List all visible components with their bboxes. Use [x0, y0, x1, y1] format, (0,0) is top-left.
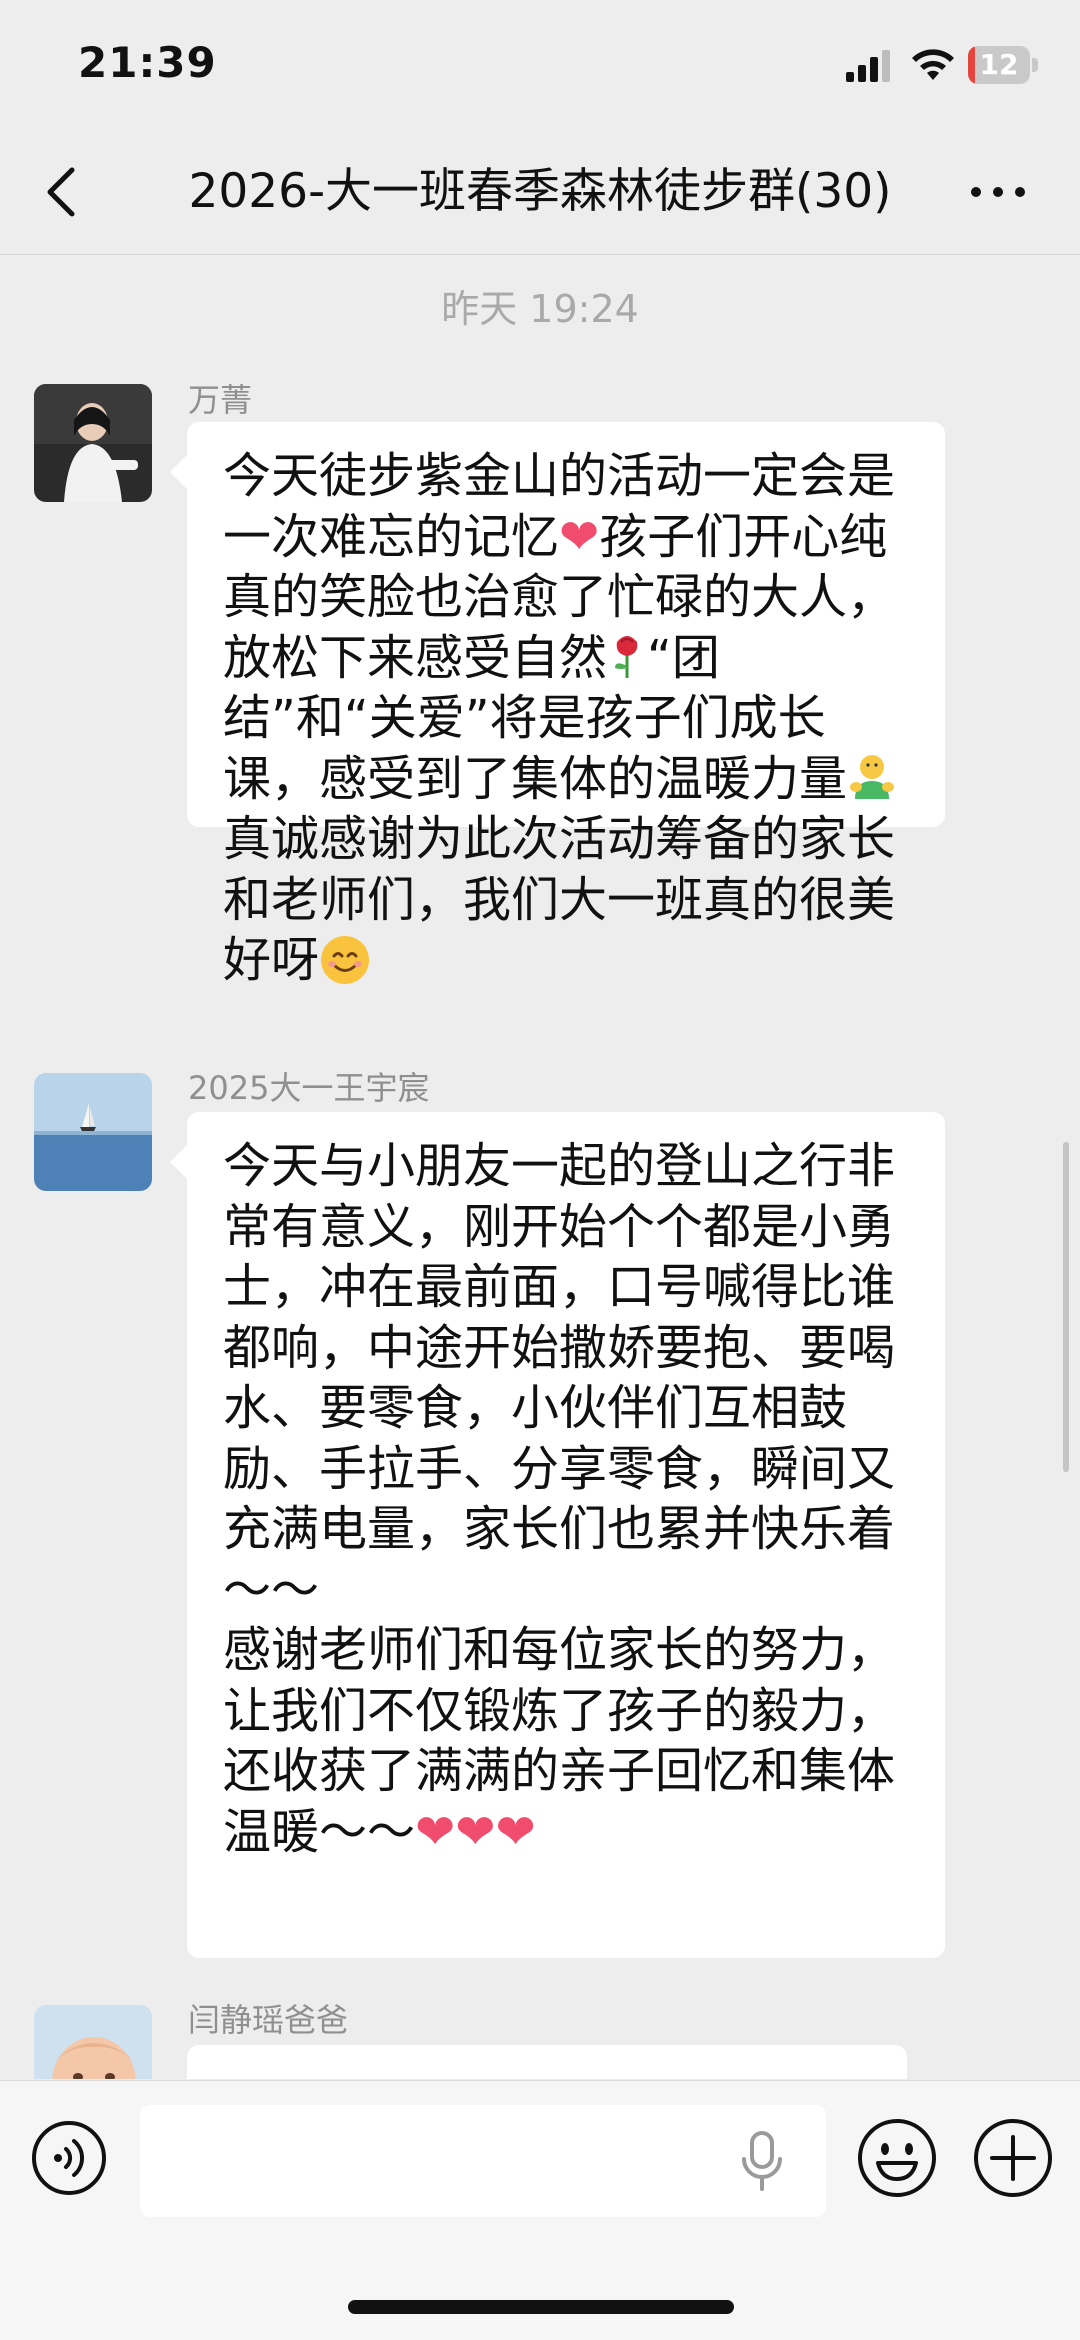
- chat-header: 2026-大一班春季森林徒步群(30): [0, 130, 1080, 255]
- smiling-face-emoji-icon: [321, 936, 370, 984]
- more-icon[interactable]: [968, 170, 1028, 214]
- signal-icon: [846, 50, 890, 82]
- person-hugging-emoji-icon: [850, 754, 895, 799]
- battery-icon: 12: [968, 46, 1040, 84]
- home-indicator[interactable]: [348, 2300, 734, 2314]
- status-bar: 21:39 12: [0, 0, 1080, 130]
- plus-icon[interactable]: [972, 2117, 1054, 2199]
- sender-name: 万菁: [188, 381, 253, 419]
- heart-emoji-icon: ❤: [559, 508, 600, 565]
- avatar[interactable]: [34, 2005, 152, 2079]
- chat-area[interactable]: 万菁 今天徒步紫金山的活动一定会是一次难忘的记忆❤孩子们开心纯真的笑脸也治愈了忙…: [0, 255, 1080, 2079]
- message-bubble[interactable]: [187, 2045, 907, 2079]
- message-bubble[interactable]: 今天徒步紫金山的活动一定会是一次难忘的记忆❤孩子们开心纯真的笑脸也治愈了忙碌的大…: [187, 422, 945, 988]
- message-text: 今天与小朋友一起的登山之行非常有意义，刚开始个个都是小勇士，冲在最前面，口号喊得…: [223, 1138, 896, 1860]
- message-bubble[interactable]: 今天与小朋友一起的登山之行非常有意义，刚开始个个都是小勇士，冲在最前面，口号喊得…: [187, 1112, 945, 1958]
- avatar[interactable]: [34, 384, 152, 502]
- message-input[interactable]: [140, 2105, 826, 2217]
- status-time: 21:39: [78, 38, 217, 87]
- scrollbar[interactable]: [1063, 1142, 1069, 1472]
- sender-name: 2025大一王宇宸: [188, 1069, 430, 1107]
- avatar[interactable]: [34, 1073, 152, 1191]
- rose-emoji-icon: [615, 635, 638, 678]
- battery-level: 12: [979, 48, 1019, 81]
- sender-name: 闫静瑶爸爸: [188, 2001, 349, 2039]
- heart-emoji-icon: ❤❤❤: [415, 1803, 536, 1860]
- chevron-left-icon[interactable]: [38, 160, 88, 224]
- microphone-icon[interactable]: [740, 2131, 784, 2191]
- wifi-icon: [912, 49, 954, 80]
- emoji-icon[interactable]: [856, 2117, 938, 2199]
- voice-icon[interactable]: [30, 2119, 108, 2197]
- chat-title: 2026-大一班春季森林徒步群(30): [188, 164, 892, 219]
